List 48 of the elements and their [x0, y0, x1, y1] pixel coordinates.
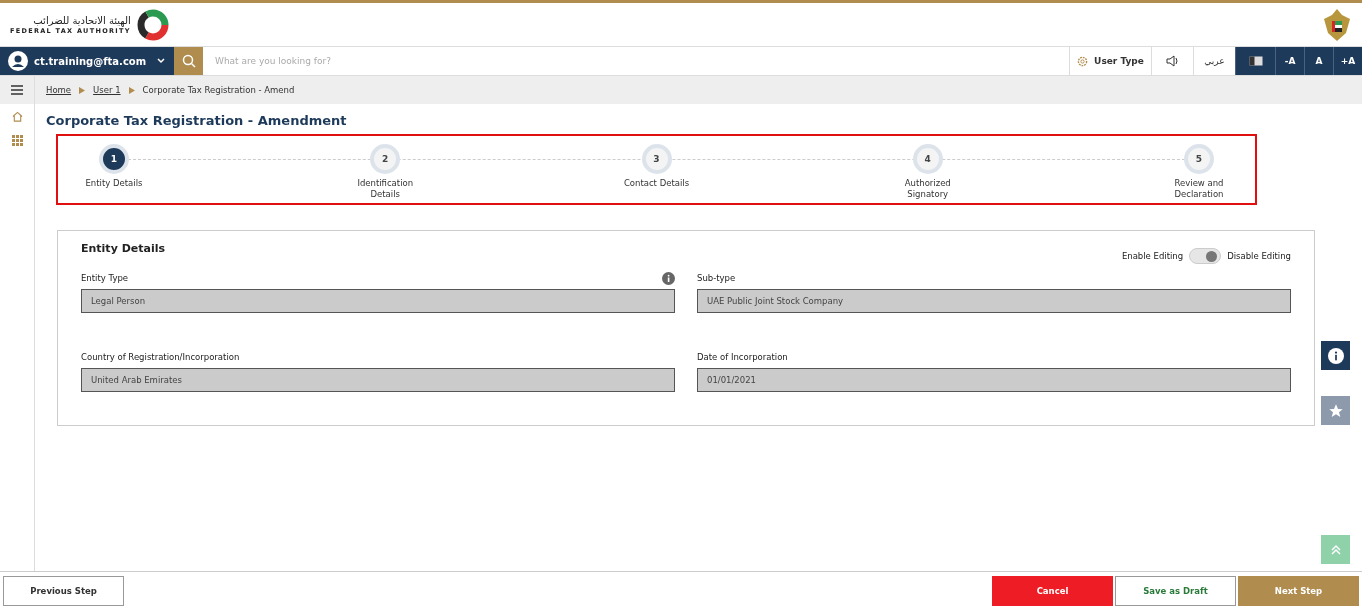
user-menu-button[interactable]: ct.training@fta.com: [0, 47, 174, 75]
logo-arabic-text: الهيئة الاتحادية للضرائب: [33, 14, 131, 27]
step[interactable]: 3 Contact Details: [608, 144, 705, 203]
field-label: Entity Type: [81, 273, 129, 283]
star-icon: [1327, 402, 1344, 419]
readonly-field[interactable]: Legal Person: [81, 289, 675, 313]
step[interactable]: 5 Review and Declaration: [1151, 144, 1247, 203]
menu-icon: [11, 85, 23, 95]
step[interactable]: 2 Identification Details: [337, 144, 434, 203]
breadcrumb-link[interactable]: Home: [46, 85, 72, 95]
field-label: Date of Incorporation: [697, 352, 788, 362]
field-label: Sub-type: [697, 273, 736, 283]
readonly-field[interactable]: 01/01/2021: [697, 368, 1291, 392]
contrast-icon: [1248, 56, 1263, 66]
gear-icon: [1077, 55, 1089, 67]
search-icon: [181, 54, 196, 68]
section-title: Entity Details: [81, 242, 165, 255]
step[interactable]: 1 Entity Details: [66, 144, 162, 203]
font-size-button[interactable]: -A: [1275, 47, 1304, 75]
step[interactable]: 4 Authorized Signatory: [879, 144, 976, 203]
breadcrumb-link[interactable]: User 1: [93, 85, 121, 95]
breadcrumb-arrow-icon: [79, 86, 86, 94]
breadcrumb-arrow-icon: [128, 86, 135, 94]
menu-button[interactable]: [0, 76, 34, 104]
contrast-button[interactable]: [1235, 47, 1275, 75]
grid-icon: [11, 134, 23, 146]
favorite-button[interactable]: [1321, 396, 1350, 425]
search-button[interactable]: [174, 47, 203, 75]
field-label: Country of Registration/Incorporation: [81, 352, 240, 362]
page-title: Corporate Tax Registration - Amendment: [46, 113, 348, 128]
user-avatar-icon: [8, 51, 28, 71]
breadcrumb-current: Corporate Tax Registration - Amend: [142, 85, 295, 95]
editing-toggle[interactable]: [1189, 248, 1222, 264]
readonly-field[interactable]: UAE Public Joint Stock Company: [697, 289, 1291, 313]
disable-editing-label: Disable Editing: [1227, 251, 1291, 261]
info-icon[interactable]: [662, 271, 675, 285]
chevron-down-icon: [156, 56, 166, 66]
readonly-field[interactable]: United Arab Emirates: [81, 368, 675, 392]
enable-editing-label: Enable Editing: [1121, 251, 1184, 261]
save-draft-button[interactable]: Save as Draft: [1115, 575, 1236, 606]
info-button[interactable]: [1321, 341, 1350, 370]
info-icon: [1327, 347, 1344, 364]
previous-step-button[interactable]: Previous Step: [3, 575, 124, 606]
font-size-button[interactable]: +A: [1333, 47, 1362, 75]
cancel-button[interactable]: Cancel: [992, 575, 1113, 606]
home-icon: [11, 110, 23, 122]
speaker-icon: [1165, 55, 1180, 67]
font-size-button[interactable]: A: [1304, 47, 1333, 75]
